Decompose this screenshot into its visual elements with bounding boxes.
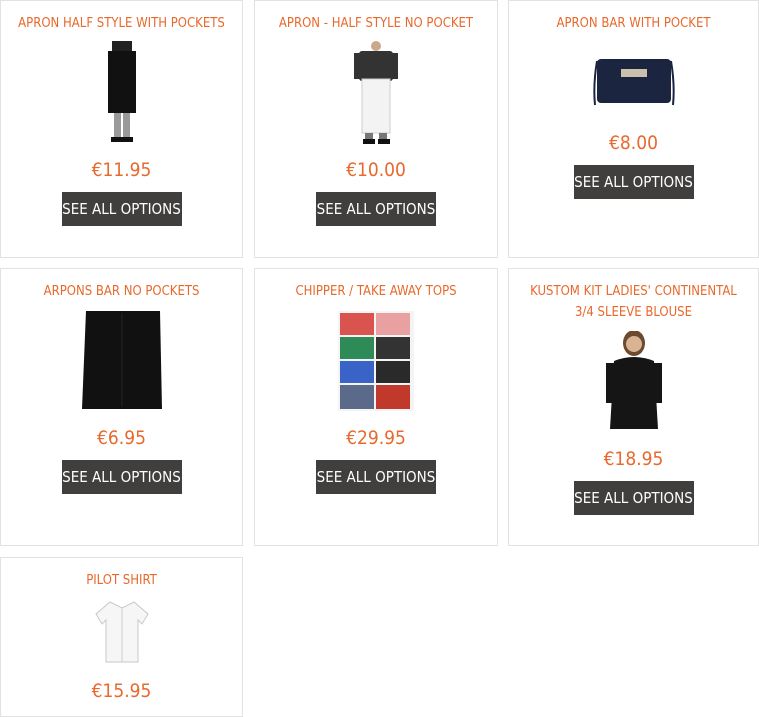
see-all-options-button[interactable]: SEE ALL OPTIONS bbox=[316, 192, 436, 226]
product-title-link[interactable]: CHIPPER / TAKE AWAY TOPS bbox=[295, 284, 456, 299]
product-title-link[interactable]: APRON HALF STYLE WITH POCKETS bbox=[18, 16, 225, 31]
product-card: ARPONS BAR NO POCKETS €6.95 SEE ALL OPTI… bbox=[0, 268, 243, 546]
product-title[interactable]: KUSTOM KIT LADIES' CONTINENTAL 3/4 SLEEV… bbox=[509, 281, 758, 323]
product-image[interactable] bbox=[338, 311, 414, 411]
product-price: €18.95 bbox=[603, 448, 664, 470]
product-price: €10.00 bbox=[346, 159, 406, 181]
product-card: PILOT SHIRT €15.95 bbox=[0, 557, 243, 717]
product-card: APRON - HALF STYLE NO POCKET €10.00 SEE … bbox=[254, 0, 498, 258]
product-card: APRON BAR WITH POCKET €8.00 SEE ALL OPTI… bbox=[508, 0, 759, 258]
product-card: APRON HALF STYLE WITH POCKETS €11.95 SEE… bbox=[0, 0, 243, 258]
product-title[interactable]: PILOT SHIRT bbox=[1, 570, 242, 591]
product-title-link[interactable]: ARPONS BAR NO POCKETS bbox=[44, 284, 200, 299]
product-image[interactable] bbox=[76, 309, 168, 413]
product-price: €29.95 bbox=[346, 427, 406, 449]
see-all-options-button[interactable]: SEE ALL OPTIONS bbox=[316, 460, 436, 494]
product-image[interactable] bbox=[592, 45, 675, 117]
product-image[interactable] bbox=[94, 600, 150, 664]
product-title[interactable]: CHIPPER / TAKE AWAY TOPS bbox=[255, 281, 497, 302]
product-image[interactable] bbox=[604, 331, 664, 433]
see-all-options-button[interactable]: SEE ALL OPTIONS bbox=[61, 192, 182, 226]
product-price: €11.95 bbox=[91, 159, 152, 181]
product-title[interactable]: APRON HALF STYLE WITH POCKETS bbox=[1, 13, 242, 34]
product-title[interactable]: APRON BAR WITH POCKET bbox=[509, 13, 758, 34]
product-title-link[interactable]: PILOT SHIRT bbox=[86, 573, 157, 588]
see-all-options-button[interactable]: SEE ALL OPTIONS bbox=[573, 481, 694, 515]
product-title-link[interactable]: APRON BAR WITH POCKET bbox=[557, 16, 711, 31]
product-title[interactable]: ARPONS BAR NO POCKETS bbox=[1, 281, 242, 302]
product-image[interactable] bbox=[100, 41, 144, 145]
product-title[interactable]: APRON - HALF STYLE NO POCKET bbox=[255, 13, 497, 34]
product-title-link[interactable]: KUSTOM KIT LADIES' CONTINENTAL 3/4 SLEEV… bbox=[530, 284, 737, 320]
product-title-link[interactable]: APRON - HALF STYLE NO POCKET bbox=[279, 16, 473, 31]
product-image[interactable] bbox=[353, 41, 399, 145]
product-price: €6.95 bbox=[97, 427, 146, 449]
product-card: CHIPPER / TAKE AWAY TOPS €29.95 SEE ALL … bbox=[254, 268, 498, 546]
product-price: €15.95 bbox=[91, 680, 152, 702]
see-all-options-button[interactable]: SEE ALL OPTIONS bbox=[573, 165, 694, 199]
product-price: €8.00 bbox=[609, 132, 658, 154]
see-all-options-button[interactable]: SEE ALL OPTIONS bbox=[61, 460, 182, 494]
product-card: KUSTOM KIT LADIES' CONTINENTAL 3/4 SLEEV… bbox=[508, 268, 759, 546]
